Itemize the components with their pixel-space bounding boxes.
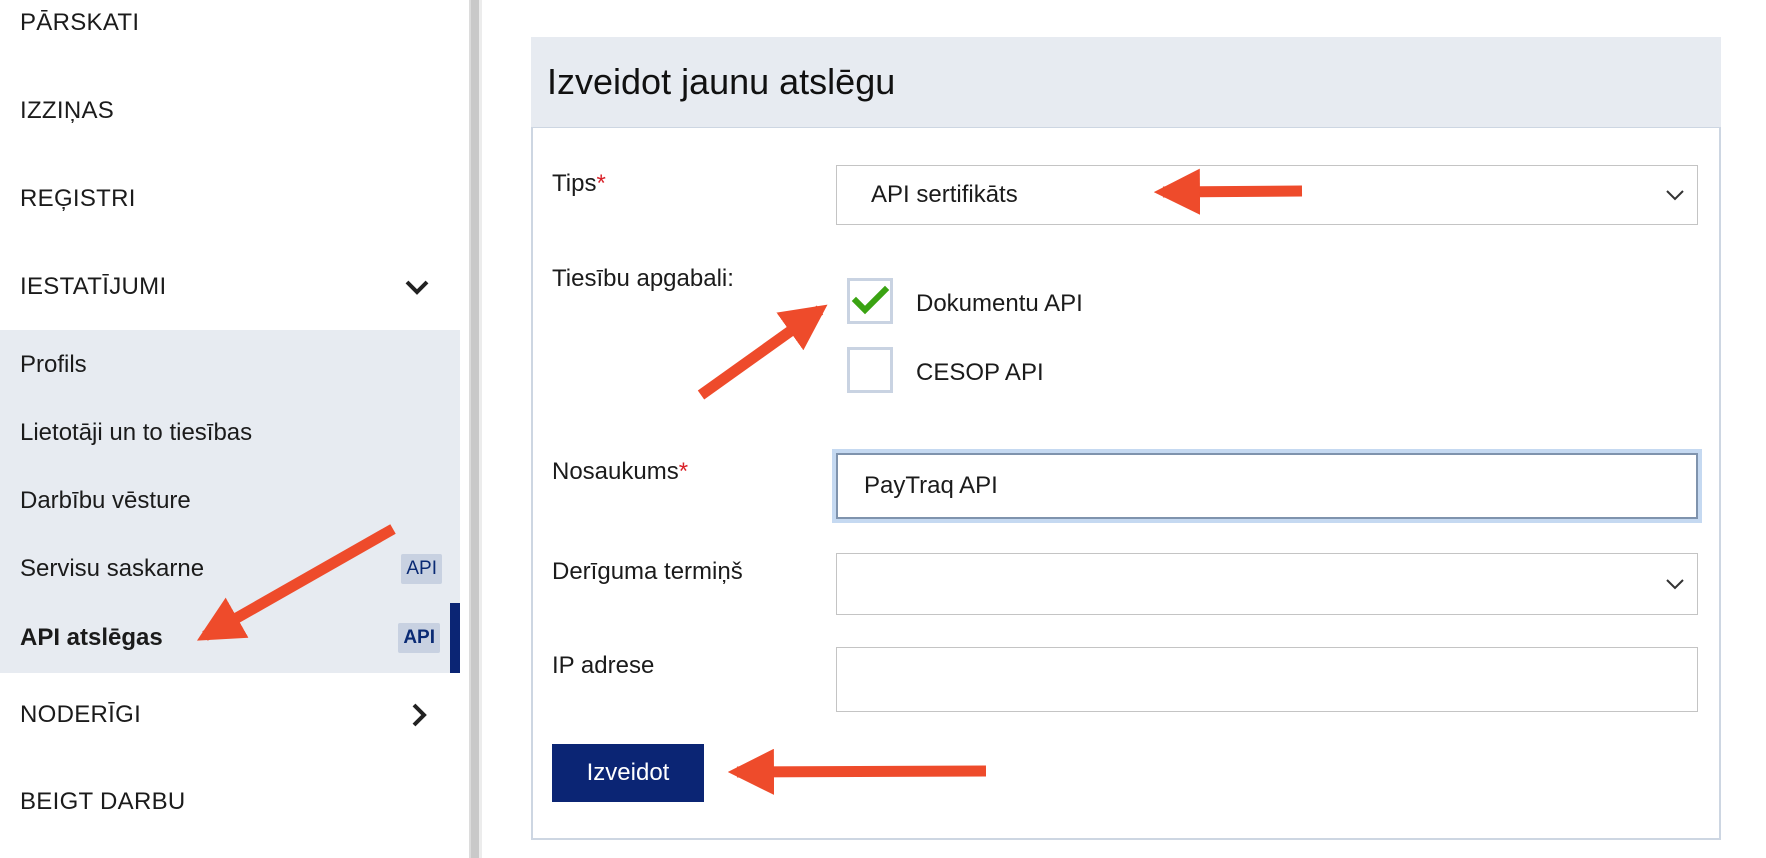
scopes-label: Tiesību apgabali: — [552, 265, 734, 292]
page-title: Izveidot jaunu atslēgu — [547, 61, 896, 102]
sidebar-item-label: IZZIŅAS — [20, 97, 115, 124]
chevron-down-icon — [405, 280, 429, 295]
name-label-text: Nosaukums — [552, 458, 679, 485]
active-indicator — [450, 603, 460, 673]
sidebar-item-parskati[interactable]: PĀRSKATI — [0, 0, 460, 53]
api-badge: API — [401, 554, 442, 584]
sidebar-item-label: API atslēgas — [20, 624, 163, 651]
sidebar-item-noderigi[interactable]: NODERĪGI — [0, 685, 460, 745]
api-badge: API — [398, 623, 440, 653]
sidebar-item-iestatijumi[interactable]: IESTATĪJUMI — [0, 257, 460, 317]
type-select[interactable]: API sertifikāts — [836, 165, 1698, 225]
validity-label: Derīguma termiņš — [552, 558, 743, 585]
required-mark: * — [678, 458, 689, 485]
ip-label: IP adrese — [552, 652, 655, 679]
type-label: Tips* — [552, 170, 606, 198]
panel-header: Izveidot jaunu atslēgu — [531, 37, 1721, 127]
dokumentu-api-label: Dokumentu API — [916, 290, 1083, 317]
name-input-value: PayTraq API — [864, 472, 998, 499]
sidebar-item-servisu-saskarne[interactable]: Servisu saskarne API — [0, 539, 460, 599]
sidebar-item-api-atslegas[interactable]: API atslēgas API — [0, 603, 460, 673]
settings-submenu: Profils Lietotāji un to tiesības Darbību… — [0, 330, 460, 673]
sidebar-item-label: Darbību vēsture — [20, 487, 191, 514]
sidebar-item-profils[interactable]: Profils — [0, 335, 460, 395]
divider-line — [479, 0, 482, 858]
sidebar: PĀRSKATI IZZIŅAS REĢISTRI IESTATĪJUMI Pr… — [0, 0, 460, 858]
sidebar-divider[interactable] — [460, 0, 484, 858]
type-label-text: Tips — [552, 170, 597, 197]
sidebar-item-label: BEIGT DARBU — [20, 788, 186, 815]
sidebar-item-darbibu-vesture[interactable]: Darbību vēsture — [0, 471, 460, 531]
type-select-value: API sertifikāts — [871, 181, 1018, 208]
chevron-down-icon — [1666, 579, 1684, 590]
cesop-api-checkbox[interactable] — [847, 347, 893, 393]
sidebar-item-label: IESTATĪJUMI — [20, 273, 167, 300]
cesop-api-label: CESOP API — [916, 359, 1044, 386]
checkmark-icon — [851, 285, 890, 315]
sidebar-item-registri[interactable]: REĢISTRI — [0, 169, 460, 229]
required-mark: * — [596, 170, 606, 197]
sidebar-item-lietotaji[interactable]: Lietotāji un to tiesības — [0, 403, 460, 463]
sidebar-item-label: REĢISTRI — [20, 185, 136, 212]
sidebar-item-label: Servisu saskarne — [20, 555, 205, 582]
divider-handle — [471, 0, 479, 858]
sidebar-item-label: Profils — [20, 351, 87, 378]
sidebar-item-label: PĀRSKATI — [20, 9, 140, 36]
sidebar-item-label: Lietotāji un to tiesības — [20, 419, 253, 446]
sidebar-item-label: NODERĪGI — [20, 701, 142, 728]
create-button[interactable]: Izveidot — [552, 744, 704, 802]
name-label: Nosaukums* — [552, 458, 688, 486]
chevron-right-icon — [412, 703, 427, 727]
chevron-down-icon — [1666, 190, 1684, 201]
validity-select[interactable] — [836, 553, 1698, 615]
ip-input[interactable] — [836, 647, 1698, 712]
sidebar-item-izzinas[interactable]: IZZIŅAS — [0, 81, 460, 141]
sidebar-item-beigt-darbu[interactable]: BEIGT DARBU — [0, 772, 460, 832]
dokumentu-api-checkbox[interactable] — [847, 278, 893, 324]
name-input[interactable]: PayTraq API — [836, 453, 1698, 519]
